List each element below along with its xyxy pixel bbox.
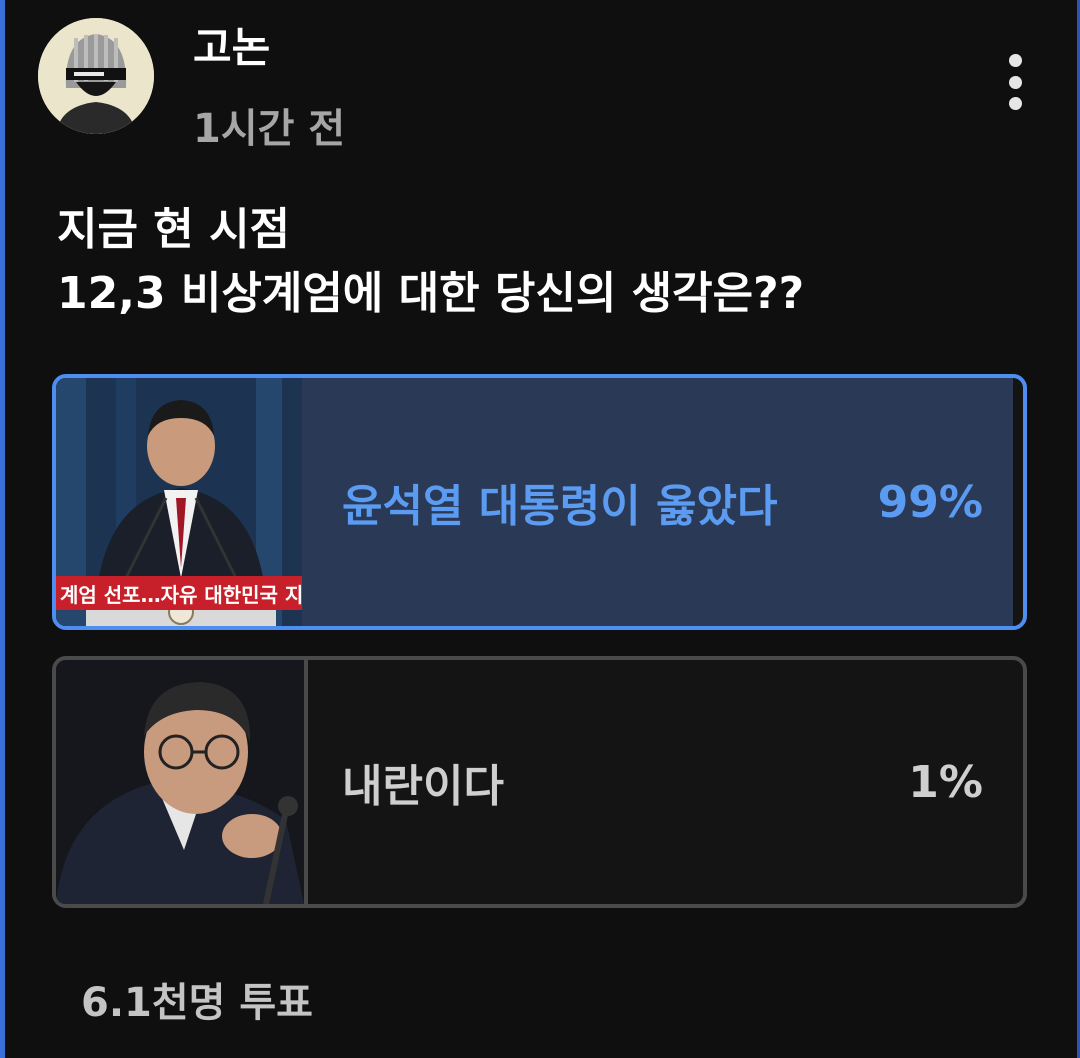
more-options-button[interactable] xyxy=(995,46,1035,118)
poll-option-2-percent: 1% xyxy=(908,756,983,808)
news-caption: 계엄 선포…자유 대한민국 지 xyxy=(56,576,302,610)
poll-option-1-image: 계엄 선포…자유 대한민국 지 xyxy=(56,378,302,626)
poll-post: 고논 1시간 전 지금 현 시점 12,3 비상계엄에 대한 당신의 생각은?? xyxy=(5,0,1077,1058)
poll-option-2[interactable]: 내란이다 1% xyxy=(52,656,1027,908)
title-line-1: 지금 현 시점 xyxy=(57,204,291,255)
post-title: 지금 현 시점 12,3 비상계엄에 대한 당신의 생각은?? xyxy=(57,198,1037,326)
poll-option-2-label: 내란이다 xyxy=(342,761,504,812)
post-time: 1시간 전 xyxy=(193,106,346,152)
more-vertical-icon xyxy=(1008,54,1022,67)
avatar[interactable] xyxy=(38,18,154,134)
title-line-2: 12,3 비상계엄에 대한 당신의 생각은?? xyxy=(57,268,805,319)
poll-option-1[interactable]: 계엄 선포…자유 대한민국 지 윤석열 대통령이 옳았다 99% xyxy=(52,374,1027,630)
more-dot xyxy=(1008,75,1022,89)
helmet-avatar-icon xyxy=(38,18,154,134)
vote-count: 6.1천명 투표 xyxy=(81,980,313,1026)
poll-option-2-image xyxy=(56,660,308,904)
author-name[interactable]: 고논 xyxy=(193,14,270,75)
poll-option-1-percent: 99% xyxy=(877,476,983,528)
more-dot xyxy=(1008,97,1022,110)
poll-option-1-label: 윤석열 대통령이 옳았다 xyxy=(342,481,778,532)
